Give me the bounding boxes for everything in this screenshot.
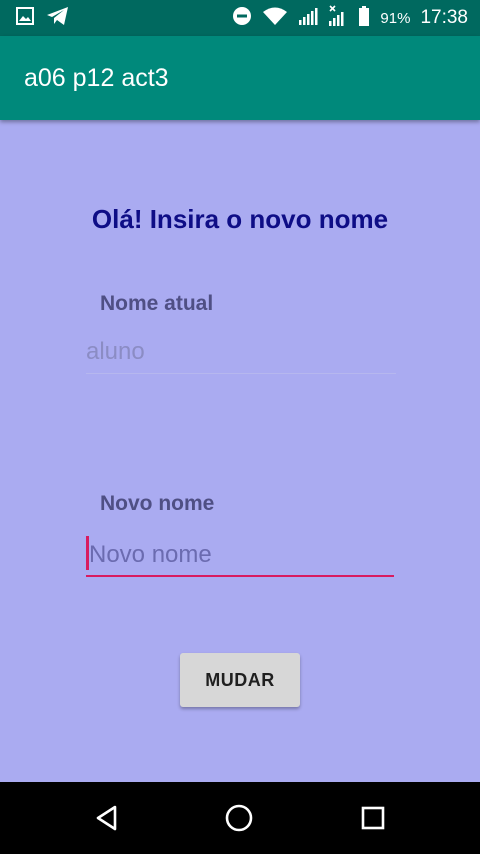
telegram-icon <box>46 5 70 31</box>
recents-icon <box>361 806 385 830</box>
status-bar: 91% 17:38 <box>0 0 480 36</box>
app-title: a06 p12 act3 <box>24 63 169 92</box>
new-name-input[interactable] <box>86 534 394 575</box>
recents-button[interactable] <box>355 800 391 836</box>
mudar-button[interactable]: MUDAR <box>180 653 300 707</box>
back-icon <box>96 805 117 831</box>
battery-icon <box>358 6 370 30</box>
new-name-label: Novo nome <box>100 492 215 515</box>
back-button[interactable] <box>89 800 125 836</box>
home-button[interactable] <box>221 800 257 836</box>
clock: 17:38 <box>420 7 468 28</box>
wifi-icon <box>262 6 288 30</box>
greeting-heading: Olá! Insira o novo nome <box>91 204 389 234</box>
current-name-value: aluno <box>86 338 396 374</box>
navigation-bar <box>0 782 480 854</box>
image-icon <box>16 7 34 29</box>
text-cursor <box>86 536 89 570</box>
status-right: 91% 17:38 <box>232 5 468 31</box>
signal-no-data-icon <box>328 5 348 31</box>
app-bar: a06 p12 act3 <box>0 36 480 120</box>
signal-icon <box>298 6 318 30</box>
status-left <box>16 5 70 31</box>
battery-percent: 91% <box>380 9 411 27</box>
new-name-field[interactable] <box>86 534 394 577</box>
current-name-label: Nome atual <box>100 292 214 315</box>
main-content: Olá! Insira o novo nome Nome atual aluno… <box>0 120 480 782</box>
do-not-disturb-icon <box>232 6 252 30</box>
home-icon <box>225 804 253 832</box>
